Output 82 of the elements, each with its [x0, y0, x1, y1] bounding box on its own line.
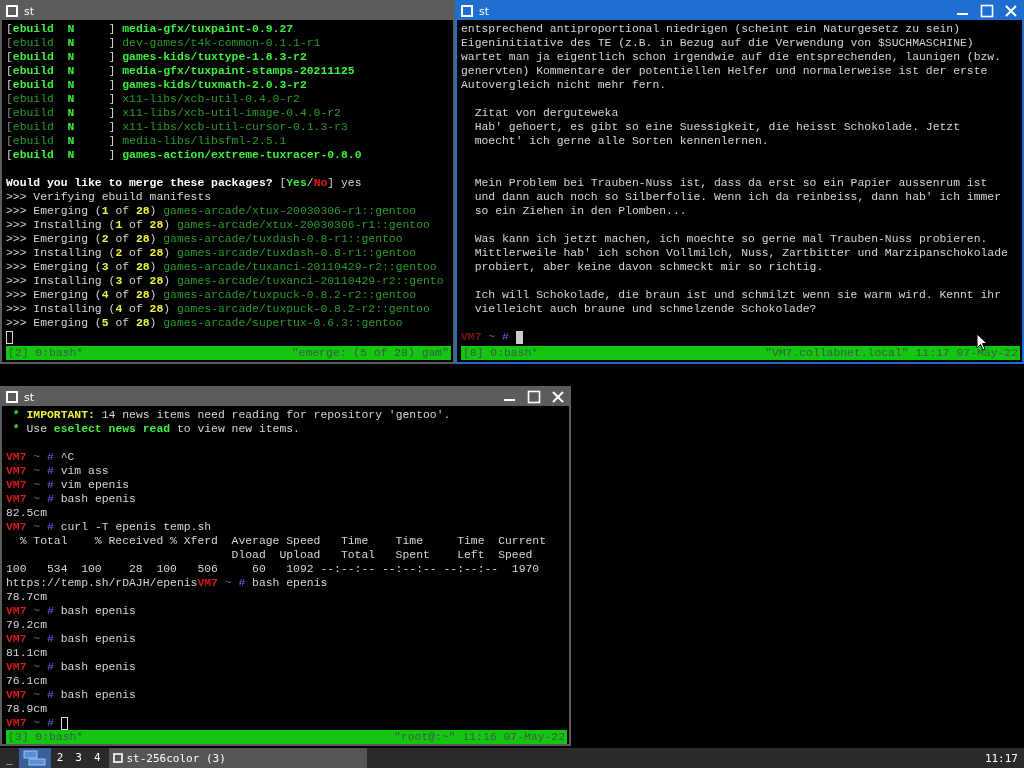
terminal-line: Ich will Schokolade, die braun ist und schmilzt wenn sie warm wird. Kennt ihr	[473, 288, 1001, 302]
terminal-line: >>> Emerging (4 of 28) games-arcade/tuxpuck-0.8.2-r2::gentoo	[6, 288, 417, 302]
workspace-button[interactable]: 4	[87, 748, 107, 768]
status-text: "VM7.collabnet.local" 11:17 07-May-22	[765, 346, 1018, 360]
mouse-pointer-icon	[976, 333, 988, 351]
terminal-line: 78.9cm	[6, 702, 47, 716]
terminal-line: VM7 ~ # vim epenis	[6, 478, 130, 492]
terminal-line: und dann auch noch so Silberfolie. Wenn ich da reinbeiss, dann hab' ich immer	[473, 190, 1001, 204]
terminal-line: * Use eselect news read to view new items.	[11, 422, 300, 436]
terminal-line: wartet man ja eigentlich schon irgendwie auf die entsprechenden, launigen (bzw.	[461, 50, 1001, 64]
terminal-line: [ebuild N ] dev-games/t4k-common-0.1.1-r1	[6, 36, 321, 50]
terminal-line: VM7 ~ # bash epenis	[6, 688, 136, 702]
status-text: [3] 0:bash*	[8, 730, 84, 744]
terminal-line: Mein Problem bei Trauben-Nuss ist, dass da erst so ein Papier aussenrum ist	[473, 176, 988, 190]
terminal-line: VM7 ~ #	[6, 716, 55, 730]
terminal-line: >>> Verifying ebuild manifests	[6, 190, 212, 204]
terminal-line: [ebuild N ] media-gfx/tuxpaint-stamps-20211125	[6, 64, 355, 78]
terminal-line: >>> Emerging (2 of 28) games-arcade/tuxdash-0.8-r1::gentoo	[6, 232, 403, 246]
window-title: st	[479, 4, 491, 18]
status-text: [8] 0:bash*	[463, 346, 539, 360]
terminal-line: >>> Installing (4 of 28) games-arcade/tuxpuck-0.8.2-r2::gentoo	[6, 302, 430, 316]
terminal-line: >>> Emerging (5 of 28) games-arcade/supertux-0.6.3::gentoo	[6, 316, 403, 330]
window-icon	[112, 753, 123, 763]
terminal-line: Would you like to merge these packages? [Yes/No] yes	[6, 176, 362, 190]
terminal-line: [ebuild N ] media-libs/libsfml-2.5.1	[6, 134, 287, 148]
close-button[interactable]	[1004, 4, 1018, 18]
terminal-line: VM7 ~ # bash epenis	[6, 660, 136, 674]
workspace-button[interactable]: 3	[69, 748, 88, 768]
workspace-pager-icon	[20, 748, 49, 768]
terminal-line: % Total % Received % Xferd Average Speed Time Time Time Current	[18, 534, 546, 548]
terminal-line: Autovergleich nicht mehr fern.	[461, 78, 667, 92]
terminal-line: [ebuild N ] media-gfx/tuxpaint-0.9.27	[6, 22, 294, 36]
terminal-line: Zitat von derguteweka	[473, 106, 619, 120]
terminal-line: 100 534 100 28 100 506 60 1092 --:--:-- --:--:-- --:--:-- 1970	[6, 562, 540, 576]
terminal-line: 78.7cm	[6, 590, 47, 604]
terminal-line: VM7 ~ # bash epenis	[6, 632, 136, 646]
terminal-line: 81.1cm	[6, 646, 47, 660]
terminal-line: genervten) Kommentare der potentiellen Helfer und normalerweise ist der erste	[461, 64, 988, 78]
terminal-line: moecht' ich gerne alle Sorten kennenlernen.	[473, 134, 769, 148]
maximize-button[interactable]	[980, 4, 994, 18]
terminal-line: * IMPORTANT: 14 news items need reading for repository 'gentoo'.	[11, 408, 451, 422]
terminal-line: so ein Ziehen in den Plomben...	[473, 204, 687, 218]
terminal-line: entsprechend antiproportional niedrigen (scheint ein Naturgesetz zu sein)	[461, 22, 960, 36]
workspace-button[interactable]: 2	[50, 748, 70, 768]
terminal-line: VM7 ~ # ^C	[6, 450, 75, 464]
terminal-line: >>> Emerging (3 of 28) games-arcade/tuxanci-20110429-r2::gentoo	[6, 260, 437, 274]
terminal-line: [ebuild N ] games-kids/tuxtype-1.8.3-r2	[6, 50, 307, 64]
task-button[interactable]: st-256color (3)	[108, 748, 367, 768]
terminal-line: VM7 ~ # vim ass	[6, 464, 109, 478]
terminal-line: >>> Installing (3 of 28) games-arcade/tuxanci-20110429-r2::gento	[6, 274, 444, 288]
terminal-line: 79.2cm	[6, 618, 47, 632]
terminal-line: [ebuild N ] games-action/extreme-tuxracer-0.8.0	[6, 148, 362, 162]
window-icon[interactable]	[461, 5, 473, 17]
terminal-line: https://temp.sh/rDAJH/epenisVM7 ~ # bash epenis	[6, 576, 328, 590]
terminal-line: VM7 ~ #	[461, 330, 510, 344]
terminal-line: VM7 ~ # bash epenis	[6, 604, 136, 618]
terminal-line: 82.5cm	[6, 506, 47, 520]
terminal-line: probiert, aber keine davon schmeckt mir so richtig.	[473, 260, 824, 274]
status-text: [2] 0:bash*	[8, 346, 84, 360]
workspace-button[interactable]	[18, 748, 51, 768]
terminal-line: Was kann ich jetzt machen, ich moechte so gerne mal Trauben-Nuss probieren.	[473, 232, 988, 246]
terminal-line: 76.1cm	[6, 674, 47, 688]
window-title: st	[24, 4, 36, 18]
terminal-line: Mittlerweile hab' ich schon Vollmilch, Nuss, Zartbitter und Marzipanschokolade	[473, 246, 1008, 260]
terminal-line: [ebuild N ] x11-libs/xcb-util-image-0.4.0-r2	[6, 106, 341, 120]
window-title: st	[24, 390, 36, 404]
terminal-line: VM7 ~ # curl -T epenis temp.sh	[6, 520, 212, 534]
terminal-line: >>> Emerging (1 of 28) games-arcade/xtux-20030306-r1::gentoo	[6, 204, 417, 218]
terminal-line: Dload Upload Total Spent Left Speed	[230, 548, 533, 562]
status-text: "root@:~" 11:16 07-May-22	[394, 730, 565, 744]
status-text: "emerge: (5 of 28) gam"	[291, 346, 449, 360]
terminal-line: Eigeninitiative des TE (z.B. in Bezug auf die Verwendung von $SUCHMASCHINE)	[461, 36, 974, 50]
terminal-line: >>> Installing (2 of 28) games-arcade/tuxdash-0.8-r1::gentoo	[6, 246, 417, 260]
clock: 11:17	[983, 751, 1019, 765]
terminal-line: vielleicht auch braune und schmelzende Schokolade?	[473, 302, 817, 316]
terminal-line: [ebuild N ] games-kids/tuxmath-2.0.3-r2	[6, 78, 307, 92]
terminal-line: [ebuild N ] x11-libs/xcb-util-0.4.0-r2	[6, 92, 300, 106]
terminal-line: [ebuild N ] x11-libs/xcb-util-cursor-0.1.3-r3	[6, 120, 348, 134]
terminal-line: VM7 ~ # bash epenis	[6, 492, 136, 506]
terminal-line: >>> Installing (1 of 28) games-arcade/xtux-20030306-r1::gentoo	[6, 218, 430, 232]
menu-button[interactable]: _	[0, 751, 19, 765]
terminal-line: Hab' gehoert, es gibt so eine Suessigkeit, die heisst Schokolade. Jetzt	[473, 120, 960, 134]
